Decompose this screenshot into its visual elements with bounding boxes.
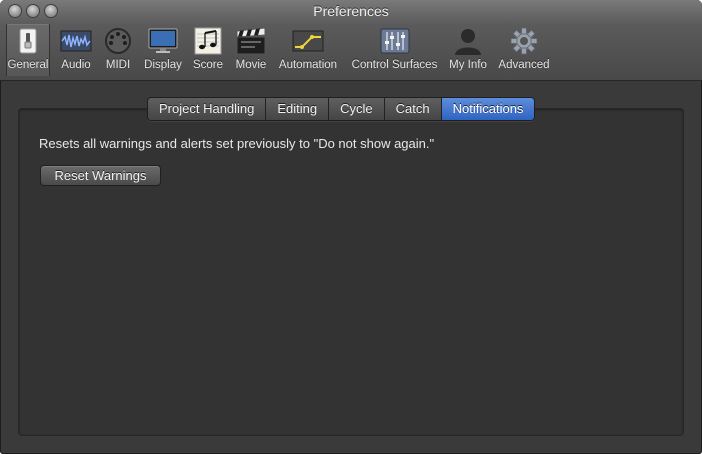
control-surfaces-faders-icon [380,28,409,54]
toolbar-item-my-info[interactable]: My Info [446,24,490,76]
toolbar-item-display[interactable]: Display [140,24,186,76]
reset-warnings-button[interactable]: Reset Warnings [40,165,161,186]
tab-cycle[interactable]: Cycle [329,98,385,120]
toolbar-item-label: General [7,59,49,71]
toolbar-item-advanced[interactable]: Advanced [495,24,553,76]
midi-connector-icon [105,28,131,54]
toolbar-item-general[interactable]: General [6,24,50,76]
tab-project-handling[interactable]: Project Handling [148,98,267,120]
score-notes-icon [194,27,222,55]
toolbar-item-midi[interactable]: MIDI [102,24,134,76]
advanced-gear-icon [510,27,538,55]
preferences-window: Preferences General Audio MIDI Display S… [0,0,702,454]
toolbar-item-score[interactable]: Score [189,24,227,76]
tab-catch[interactable]: Catch [384,98,442,120]
toolbar-item-label: Score [192,59,224,71]
toolbar-item-movie[interactable]: Movie [232,24,270,76]
window-title: Preferences [313,3,389,19]
toolbar-item-audio[interactable]: Audio [54,24,98,76]
title-bar: Preferences General Audio MIDI Display S… [0,0,702,81]
toolbar-item-automation[interactable]: Automation [274,24,342,76]
display-monitor-icon [148,28,178,53]
movie-clapper-icon [236,27,266,55]
automation-curve-icon [292,30,324,52]
reset-warnings-description: Resets all warnings and alerts set previ… [39,136,435,151]
content-panel [18,108,684,436]
toolbar-item-label: Automation [278,59,338,71]
toolbar-item-label: MIDI [105,59,131,71]
general-switch-icon [19,28,37,54]
toolbar-item-label: Display [144,59,182,71]
user-silhouette-icon [455,29,481,55]
toolbar-item-label: Advanced [498,59,550,71]
toolbar-item-label: Control Surfaces [351,59,438,71]
toolbar-item-label: Audio [61,59,91,71]
preferences-tab-bar: Project Handling Editing Cycle Catch Not… [147,97,536,121]
tab-notifications[interactable]: Notifications [441,98,535,120]
tab-editing[interactable]: Editing [266,98,330,120]
audio-waveform-icon [60,30,92,52]
toolbar-item-label: My Info [449,59,487,71]
toolbar-item-control-surfaces[interactable]: Control Surfaces [347,24,442,76]
toolbar-item-label: Movie [235,59,267,71]
